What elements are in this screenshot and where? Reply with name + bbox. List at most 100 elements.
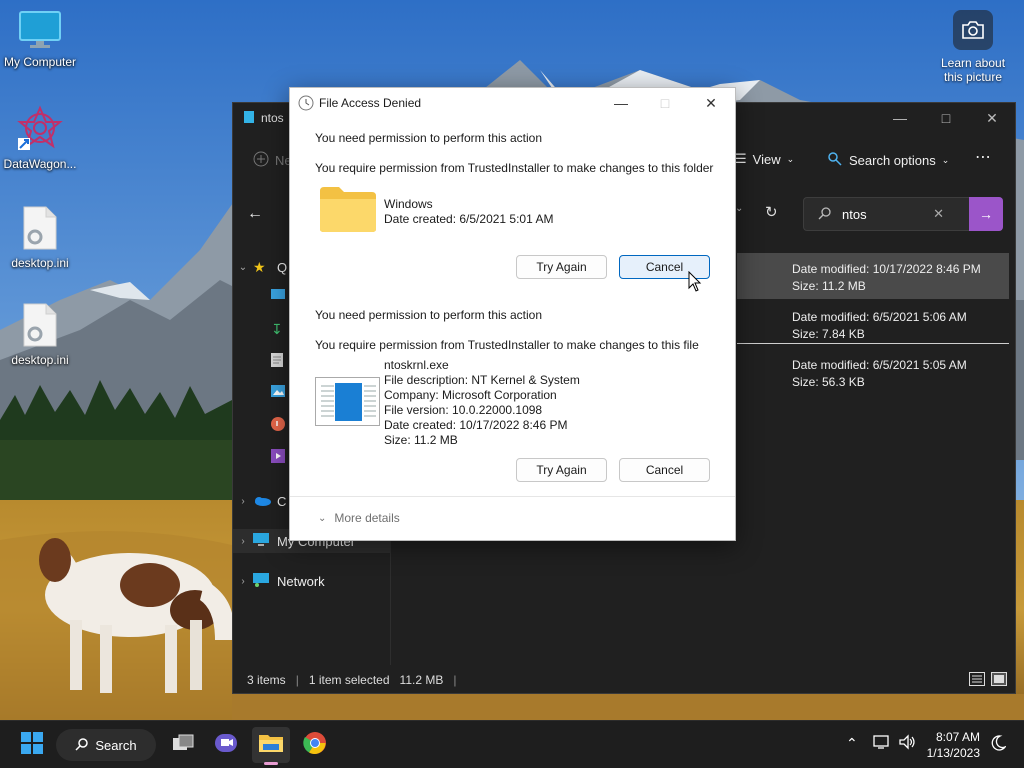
task-view-button[interactable] xyxy=(168,727,198,763)
try-again-button[interactable]: Try Again xyxy=(516,458,607,482)
desktop-icon-desktop-ini-2[interactable]: desktop.ini xyxy=(0,302,80,367)
chevron-right-icon: › xyxy=(241,495,245,507)
new-button[interactable]: Ne xyxy=(253,151,292,170)
search-icon xyxy=(818,206,832,223)
pictures-icon[interactable] xyxy=(271,385,285,400)
moon-icon[interactable] xyxy=(990,734,1007,755)
row-divider xyxy=(737,343,1009,344)
search-result-row[interactable]: Date modified: 6/5/2021 5:06 AM Size: 7.… xyxy=(737,301,1009,347)
volume-icon[interactable] xyxy=(898,734,916,753)
more-details-label: More details xyxy=(334,511,400,525)
clear-search-icon[interactable]: ✕ xyxy=(933,206,944,222)
search-go-button[interactable]: → xyxy=(969,197,1003,231)
back-arrow-icon[interactable]: ← xyxy=(247,205,263,223)
status-selected: 1 item selected xyxy=(308,673,390,687)
search-options-button[interactable]: Search options ⌄ xyxy=(827,151,949,170)
status-separator: | xyxy=(295,673,299,687)
folder-icon xyxy=(319,185,377,236)
result-size: Size: 11.2 MB xyxy=(792,279,866,293)
chat-icon xyxy=(214,732,238,759)
chevron-down-icon[interactable]: ⌄ xyxy=(735,203,743,214)
folder-name: Windows xyxy=(384,197,433,211)
permission-heading: You need permission to perform this acti… xyxy=(315,131,543,145)
permission-detail: You require permission from TrustedInsta… xyxy=(315,161,714,175)
explorer-tab-title[interactable]: ntos xyxy=(261,111,284,125)
arrow-right-icon: → xyxy=(979,206,993,222)
search-options-label: Search options xyxy=(849,153,936,168)
dialog-minimize-button[interactable]: — xyxy=(599,88,643,118)
view-button-label: View xyxy=(752,151,781,167)
monitor-icon xyxy=(0,10,80,53)
chevron-up-icon[interactable]: ⌃ xyxy=(846,735,858,752)
desktop-icon-datawagon[interactable]: DataWagon... xyxy=(0,104,80,171)
dialog-title: File Access Denied xyxy=(319,96,422,110)
try-again-button[interactable]: Try Again xyxy=(516,255,607,279)
explorer-maximize-button[interactable]: □ xyxy=(923,103,969,133)
taskbar-search-button[interactable]: Search xyxy=(56,729,156,761)
settings-file-icon xyxy=(0,302,80,351)
status-bar: 3 items | 1 item selected 11.2 MB | xyxy=(233,667,1015,693)
large-icons-view-icon[interactable] xyxy=(991,672,1007,689)
nav-item-label: Network xyxy=(277,573,325,589)
more-options-button[interactable]: ⋯ xyxy=(975,147,991,167)
permission-detail: You require permission from TrustedInsta… xyxy=(315,338,699,352)
file-date-created: Date created: 10/17/2022 8:46 PM xyxy=(384,418,568,432)
chrome-taskbar-button[interactable] xyxy=(298,727,332,763)
search-result-row[interactable]: Date modified: 10/17/2022 8:46 PM Size: … xyxy=(737,253,1009,299)
desktop-folder-icon[interactable] xyxy=(271,289,285,304)
desktop-icon-my-computer[interactable]: My Computer xyxy=(0,10,80,69)
learn-about-label: Learn about this picture xyxy=(940,56,1006,84)
desktop-icon-label: DataWagon... xyxy=(3,157,77,171)
folder-date-created: Date created: 6/5/2021 5:01 AM xyxy=(384,212,554,226)
chevron-down-icon: ⌄ xyxy=(238,261,248,273)
clock-time: 8:07 AM xyxy=(935,730,980,744)
view-button[interactable]: ☰ View ⌄ xyxy=(735,151,794,167)
refresh-icon[interactable]: ↻ xyxy=(765,203,778,221)
network-status-icon[interactable] xyxy=(872,734,890,753)
details-view-icon[interactable] xyxy=(969,672,985,689)
file-access-denied-dialog: File Access Denied — □ ✕ You need permis… xyxy=(289,87,736,541)
taskbar-clock[interactable]: 8:07 AM 1/13/2023 xyxy=(927,729,980,761)
file-company: Company: Microsoft Corporation xyxy=(384,388,557,402)
videos-icon[interactable] xyxy=(271,449,285,466)
network-icon xyxy=(253,572,277,590)
teams-chat-button[interactable] xyxy=(210,727,242,763)
dialog-titlebar: File Access Denied — □ ✕ xyxy=(290,88,735,118)
documents-icon[interactable] xyxy=(271,353,283,370)
desktop-icon-label: desktop.ini xyxy=(11,353,69,367)
desktop-icon-label: desktop.ini xyxy=(11,256,69,270)
search-box[interactable]: ntos ✕ → xyxy=(803,197,1003,231)
file-size: Size: 11.2 MB xyxy=(384,433,458,447)
dialog-close-button[interactable]: ✕ xyxy=(689,88,733,118)
mouse-cursor-icon xyxy=(688,270,702,298)
result-date-modified: Date modified: 6/5/2021 5:06 AM xyxy=(792,310,967,324)
explorer-close-button[interactable]: ✕ xyxy=(969,103,1015,133)
task-view-icon xyxy=(172,734,194,757)
chevron-down-icon: ⌄ xyxy=(786,153,795,164)
chevron-right-icon: › xyxy=(241,535,245,547)
search-input[interactable]: ntos xyxy=(842,207,867,222)
start-button[interactable] xyxy=(14,727,50,763)
learn-about-picture[interactable]: Learn about this picture xyxy=(930,10,1016,84)
desktop-icon-desktop-ini-1[interactable]: desktop.ini xyxy=(0,205,80,270)
plus-circle-icon xyxy=(253,151,269,170)
clock-date: 1/13/2023 xyxy=(926,746,980,760)
file-version: File version: 10.0.22000.1098 xyxy=(384,403,543,417)
file-description: File description: NT Kernel & System xyxy=(384,373,580,387)
status-item-count: 3 items xyxy=(247,673,286,687)
status-size: 11.2 MB xyxy=(399,673,444,687)
more-details-toggle[interactable]: ⌄ More details xyxy=(318,511,400,525)
active-indicator xyxy=(264,762,278,765)
downloads-icon[interactable]: ↧ xyxy=(271,321,283,338)
search-result-row[interactable]: Date modified: 6/5/2021 5:05 AM Size: 56… xyxy=(737,349,1009,395)
folder-info: Windows Date created: 6/5/2021 5:01 AM xyxy=(384,197,553,227)
explorer-minimize-button[interactable]: — xyxy=(877,103,923,133)
star-icon: ★ xyxy=(253,258,266,275)
nav-item-network[interactable]: › Network xyxy=(233,569,391,593)
file-name: ntoskrnl.exe xyxy=(384,358,449,372)
search-options-icon xyxy=(827,151,843,170)
cancel-button[interactable]: Cancel xyxy=(619,458,710,482)
music-icon[interactable] xyxy=(271,417,285,434)
executable-file-icon xyxy=(315,377,381,430)
file-explorer-taskbar-button[interactable] xyxy=(252,727,290,765)
